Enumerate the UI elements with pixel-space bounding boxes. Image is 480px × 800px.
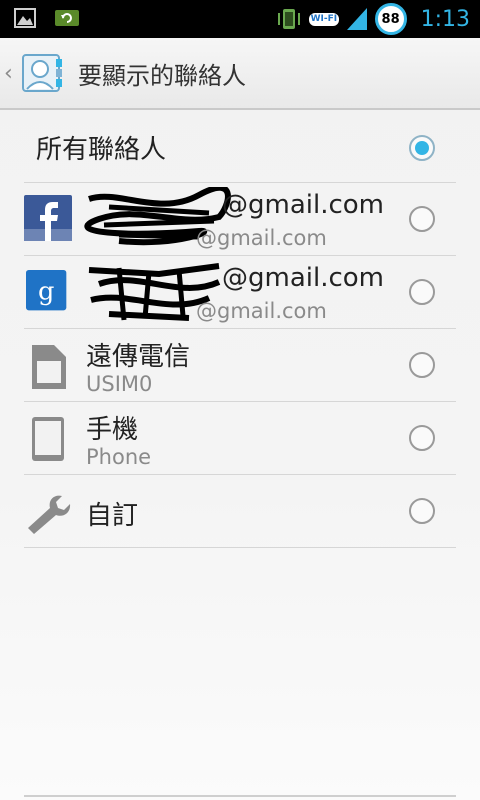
radio-custom[interactable] (409, 498, 435, 524)
svg-text:g: g (38, 276, 54, 306)
account-name: 遠傳電信 (86, 342, 191, 372)
page-title: 要顯示的聯絡人 (78, 61, 246, 90)
signal-icon (346, 8, 367, 30)
wifi-icon: WI-FI (308, 8, 339, 30)
radio-all-contacts[interactable] (409, 135, 435, 161)
wrench-icon (28, 495, 71, 534)
account-type: USIM0 (86, 372, 153, 396)
contact-filter-list: 所有聯絡人 @gmail.com @gmail.com g @gmail.com… (24, 112, 456, 548)
radio-facebook[interactable] (409, 206, 435, 232)
radio-phone[interactable] (409, 425, 435, 451)
sync-icon (55, 10, 79, 26)
account-email: @gmail.com (222, 263, 385, 293)
radio-sim[interactable] (409, 352, 435, 378)
vibrate-icon (277, 9, 300, 29)
account-name: 手機 (86, 415, 139, 445)
list-item-facebook[interactable]: @gmail.com @gmail.com (24, 183, 456, 256)
phone-icon (32, 417, 64, 461)
radio-google[interactable] (409, 279, 435, 305)
battery-icon: 88 (374, 3, 407, 35)
action-bar: ‹ 要顯示的聯絡人 (0, 38, 480, 110)
account-name: 自訂 (86, 501, 139, 531)
battery-level: 88 (381, 11, 400, 27)
facebook-icon (24, 195, 72, 241)
gallery-icon (14, 8, 36, 28)
account-type: Phone (86, 445, 152, 469)
list-item-sim[interactable]: 遠傳電信 USIM0 (24, 329, 456, 402)
list-item-all-contacts[interactable]: 所有聯絡人 (24, 112, 456, 183)
google-icon: g (26, 270, 67, 311)
account-type: @gmail.com (196, 226, 327, 250)
list-item-label: 所有聯絡人 (36, 135, 167, 165)
account-type: @gmail.com (196, 299, 327, 323)
contacts-icon[interactable] (20, 51, 64, 95)
list-item-google[interactable]: g @gmail.com @gmail.com (24, 256, 456, 329)
status-bar: WI-FI 88 1:13 (0, 0, 480, 38)
divider (24, 795, 456, 797)
sim-card-icon (32, 345, 66, 389)
list-item-phone[interactable]: 手機 Phone (24, 402, 456, 475)
account-email: @gmail.com (222, 190, 385, 220)
list-item-custom[interactable]: 自訂 (24, 475, 456, 548)
wifi-label: WI-FI (310, 14, 338, 24)
up-caret-icon[interactable]: ‹ (4, 61, 18, 86)
clock: 1:13 (420, 6, 470, 32)
